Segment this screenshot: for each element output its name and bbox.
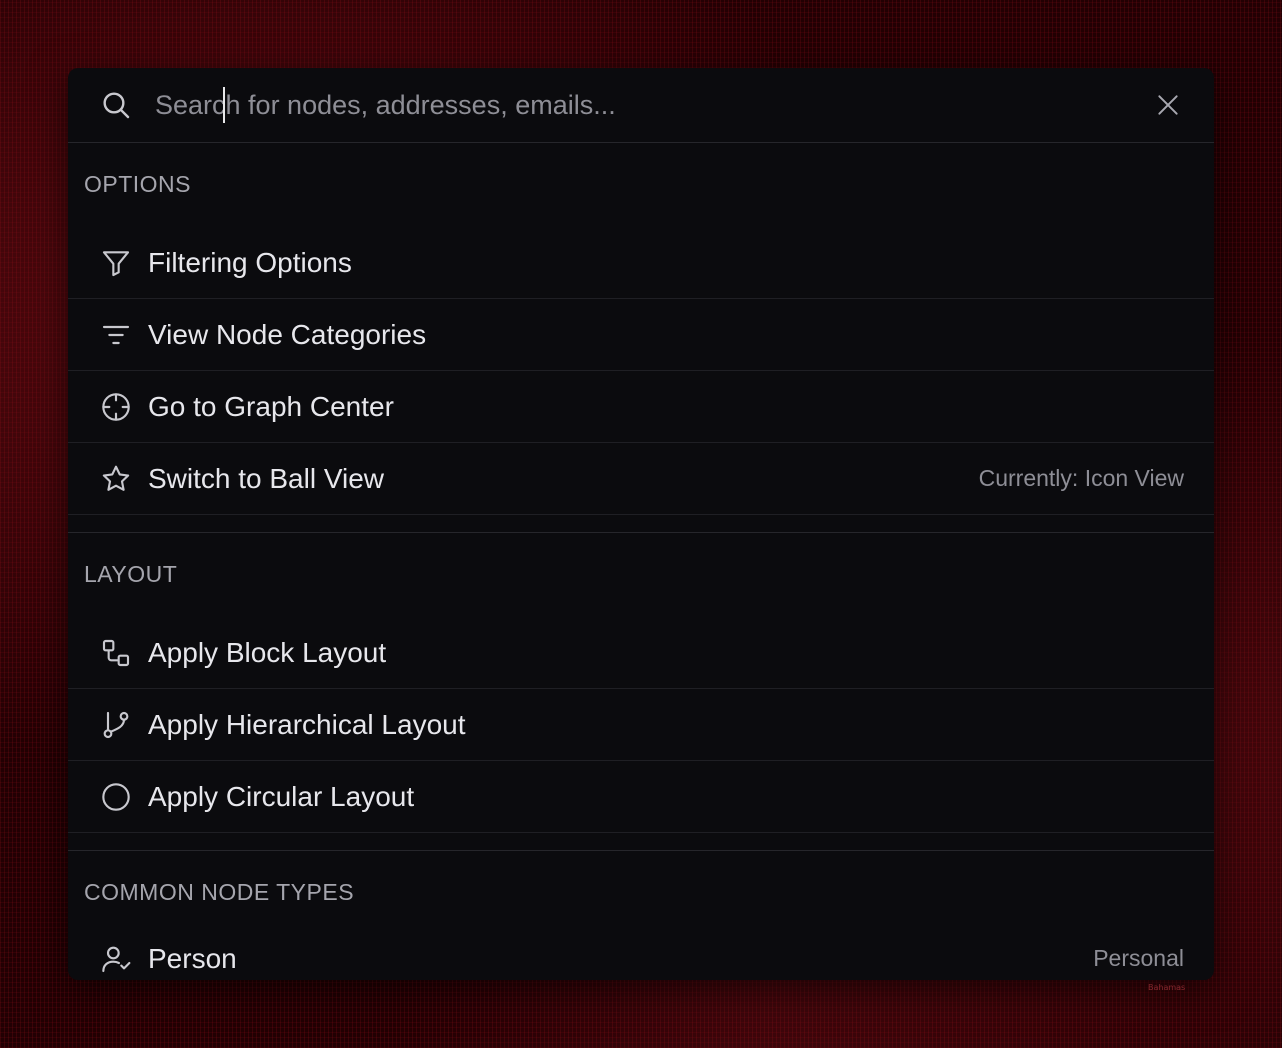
group-options: OPTIONS Filtering Options View Node Cate… — [68, 143, 1214, 533]
close-icon — [1158, 95, 1178, 115]
circle-icon — [100, 781, 132, 813]
command-palette: OPTIONS Filtering Options View Node Cate… — [68, 68, 1214, 980]
menu-item-meta: Personal — [1093, 945, 1184, 971]
search-bar — [68, 68, 1214, 143]
search-input[interactable] — [155, 85, 1152, 125]
star-icon — [100, 463, 132, 495]
group-heading: OPTIONS — [84, 171, 192, 197]
group-layout: LAYOUT Apply Block Layout Apply Hierarch… — [68, 533, 1214, 851]
map-country-label: Bahamas — [1148, 983, 1186, 992]
list-filter-icon — [100, 319, 132, 351]
menu-item-label: Apply Hierarchical Layout — [148, 708, 466, 740]
menu-item-label: Apply Block Layout — [148, 636, 387, 668]
git-branch-icon — [100, 709, 132, 741]
user-check-icon — [100, 943, 132, 975]
menu-item-label: Person — [148, 942, 237, 974]
crosshair-icon — [100, 391, 132, 423]
search-icon — [100, 89, 132, 121]
menu-item-view-node-categories[interactable]: View Node Categories — [68, 299, 1214, 371]
blocks-icon — [100, 637, 132, 669]
menu-item-meta: Currently: Icon View — [978, 465, 1184, 491]
menu-item-label: Filtering Options — [148, 246, 352, 278]
group-heading: COMMON NODE TYPES — [84, 879, 355, 905]
menu-item-filtering-options[interactable]: Filtering Options — [68, 227, 1214, 299]
menu-item-label: View Node Categories — [148, 318, 427, 350]
menu-item-apply-hierarchical-layout[interactable]: Apply Hierarchical Layout — [68, 689, 1214, 761]
menu-item-label: Go to Graph Center — [148, 390, 394, 422]
filter-icon — [100, 247, 132, 279]
group-heading: LAYOUT — [84, 561, 178, 587]
menu-item-person[interactable]: Person Personal — [68, 923, 1214, 980]
menu-item-switch-to-ball-view[interactable]: Switch to Ball View Currently: Icon View — [68, 443, 1214, 515]
menu-item-apply-circular-layout[interactable]: Apply Circular Layout — [68, 761, 1214, 833]
menu-item-go-to-graph-center[interactable]: Go to Graph Center — [68, 371, 1214, 443]
menu-item-label: Apply Circular Layout — [148, 780, 415, 812]
menu-item-label: Switch to Ball View — [148, 462, 385, 494]
menu-item-apply-block-layout[interactable]: Apply Block Layout — [68, 617, 1214, 689]
close-button[interactable] — [1152, 89, 1184, 121]
group-common-node-types: COMMON NODE TYPES Person Personal — [68, 851, 1214, 980]
text-caret — [223, 87, 225, 123]
